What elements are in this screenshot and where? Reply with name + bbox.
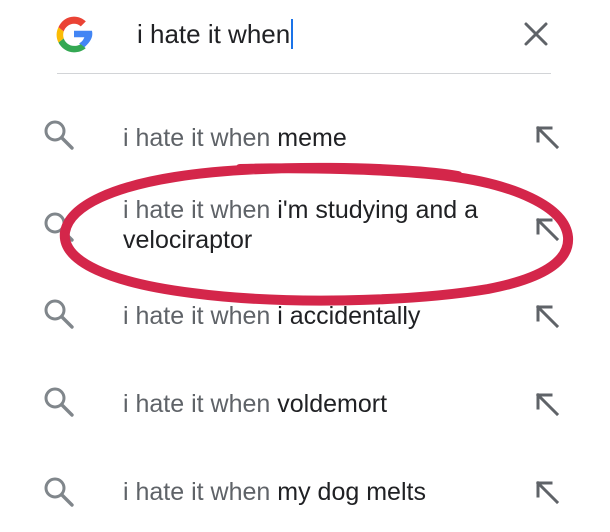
- suggestion-completion: meme: [277, 124, 347, 152]
- suggestion-item[interactable]: i hate it when my dog melts: [0, 460, 610, 530]
- suggestion-text: i hate it when voldemort: [123, 389, 518, 419]
- search-bar: i hate it when: [0, 0, 610, 72]
- arrow-up-left-icon[interactable]: [532, 301, 562, 331]
- search-icon: [44, 299, 74, 329]
- suggestion-text: i hate it when meme: [123, 123, 518, 153]
- suggestion-item[interactable]: i hate it when i'm studying and a veloci…: [0, 186, 610, 270]
- suggestion-prefix: i hate it when: [123, 302, 271, 330]
- suggestion-prefix: i hate it when: [123, 390, 271, 418]
- suggestion-prefix: i hate it when: [123, 124, 271, 152]
- suggestion-text: i hate it when my dog melts: [123, 477, 518, 507]
- close-icon[interactable]: [519, 17, 553, 51]
- search-query-text: i hate it when: [137, 19, 291, 49]
- arrow-up-left-icon[interactable]: [532, 477, 562, 507]
- text-caret: [291, 19, 294, 49]
- search-icon: [44, 387, 74, 417]
- suggestion-completion: voldemort: [277, 390, 388, 418]
- suggestion-item[interactable]: i hate it when meme: [0, 102, 610, 172]
- search-icon: [44, 212, 74, 242]
- suggestion-list: i hate it when meme i hate it when i'm s…: [0, 74, 610, 532]
- suggestion-text: i hate it when i accidentally: [123, 301, 518, 331]
- search-icon: [44, 477, 74, 507]
- arrow-up-left-icon[interactable]: [532, 389, 562, 419]
- suggestion-completion: my dog melts: [277, 478, 426, 506]
- suggestion-text: i hate it when i'm studying and a veloci…: [123, 195, 518, 255]
- suggestion-completion: i accidentally: [277, 302, 421, 330]
- arrow-up-left-icon[interactable]: [532, 122, 562, 152]
- suggestion-item[interactable]: i hate it when i accidentally: [0, 284, 610, 354]
- arrow-up-left-icon[interactable]: [532, 214, 562, 244]
- google-g-icon[interactable]: [52, 12, 96, 56]
- search-icon: [44, 120, 74, 150]
- search-input[interactable]: i hate it when: [137, 19, 294, 49]
- suggestion-item[interactable]: i hate it when voldemort: [0, 372, 610, 442]
- suggestion-prefix: i hate it when: [123, 478, 271, 506]
- suggestion-prefix: i hate it when: [123, 196, 271, 224]
